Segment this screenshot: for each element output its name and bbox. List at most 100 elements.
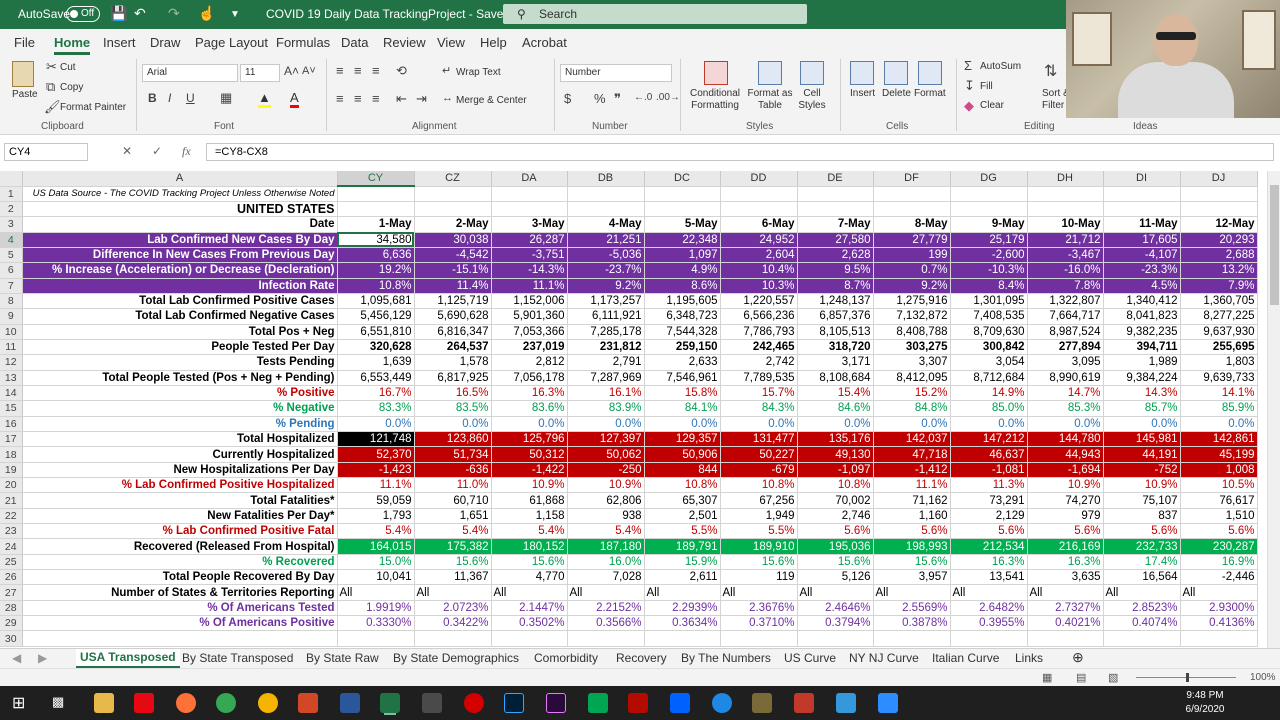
data-cell[interactable]: 164,015 xyxy=(337,538,415,555)
data-cell[interactable]: 5.5% xyxy=(644,523,721,540)
data-cell[interactable]: -14.3% xyxy=(491,262,568,279)
data-cell[interactable]: -1,097 xyxy=(797,462,874,479)
data-cell[interactable]: 27,580 xyxy=(797,232,874,248)
file-explorer-icon[interactable] xyxy=(94,693,114,713)
filter-button[interactable]: Filter xyxy=(1042,100,1064,111)
row-label-cell[interactable]: % Positive xyxy=(22,385,338,402)
data-cell[interactable]: 0.0% xyxy=(797,416,874,433)
row-header[interactable]: 2 xyxy=(0,201,23,218)
data-cell[interactable]: 6,348,723 xyxy=(644,308,721,325)
data-cell[interactable]: 2.9300% xyxy=(1180,600,1258,617)
align-bottom-icon[interactable]: ≡ xyxy=(372,63,380,78)
data-cell[interactable]: 11-May xyxy=(1103,216,1181,233)
data-cell[interactable]: 125,796 xyxy=(491,431,568,448)
data-cell[interactable]: 16.1% xyxy=(567,385,645,402)
row-label-cell[interactable]: Total Fatalities* xyxy=(22,492,338,509)
windows-start-icon[interactable]: ⊞ xyxy=(12,693,25,713)
data-cell[interactable]: 10.4% xyxy=(720,262,798,279)
data-cell[interactable]: 5.6% xyxy=(1027,523,1104,540)
data-cell[interactable]: 61,868 xyxy=(491,492,568,509)
data-cell[interactable]: 2,791 xyxy=(567,354,645,371)
conditional-formatting-icon[interactable] xyxy=(704,61,728,85)
data-cell[interactable]: 15.9% xyxy=(644,554,721,571)
data-cell[interactable]: 7.8% xyxy=(1027,278,1104,294)
data-cell[interactable]: 8.7% xyxy=(797,278,874,294)
data-cell[interactable]: 8,709,630 xyxy=(950,324,1028,340)
data-cell[interactable]: 26,287 xyxy=(491,232,568,248)
cell-styles-button[interactable]: Cell Styles xyxy=(794,88,830,112)
data-cell[interactable]: 7,664,717 xyxy=(1027,308,1104,325)
data-cell[interactable]: 10-May xyxy=(1027,216,1104,233)
data-cell[interactable]: 15.6% xyxy=(491,554,568,571)
data-cell[interactable]: 83.9% xyxy=(567,400,645,417)
data-cell[interactable]: 1-May xyxy=(337,216,415,233)
page-break-view-icon[interactable]: ▧ xyxy=(1108,671,1118,684)
tab-acrobat[interactable]: Acrobat xyxy=(522,35,567,50)
data-cell[interactable]: 17,605 xyxy=(1103,232,1181,248)
data-cell[interactable]: 979 xyxy=(1027,508,1104,525)
data-cell[interactable]: 131,477 xyxy=(720,431,798,448)
data-cell[interactable]: 255,695 xyxy=(1180,339,1258,356)
conditional-formatting-button[interactable]: Conditional Formatting xyxy=(686,88,744,112)
data-cell[interactable]: -2,600 xyxy=(950,247,1028,264)
data-cell[interactable]: 147,212 xyxy=(950,431,1028,448)
data-cell[interactable] xyxy=(950,201,1028,218)
format-cells-button[interactable]: Format xyxy=(914,88,946,99)
data-cell[interactable]: 2,633 xyxy=(644,354,721,371)
data-cell[interactable]: 15.6% xyxy=(414,554,492,571)
data-cell[interactable] xyxy=(644,630,721,647)
page-layout-view-icon[interactable]: ▤ xyxy=(1076,671,1086,684)
row-header[interactable]: 14 xyxy=(0,385,23,402)
data-cell[interactable]: 127,397 xyxy=(567,431,645,448)
data-cell[interactable]: 3,171 xyxy=(797,354,874,371)
data-cell[interactable]: -1,081 xyxy=(950,462,1028,479)
data-cell[interactable]: -1,423 xyxy=(337,462,415,479)
data-cell[interactable]: -23.3% xyxy=(1103,262,1181,279)
data-cell[interactable]: 5.6% xyxy=(797,523,874,540)
row-label-cell[interactable]: % Pending xyxy=(22,416,338,433)
data-cell[interactable] xyxy=(1027,630,1104,647)
data-cell[interactable]: 5.6% xyxy=(1103,523,1181,540)
data-cell[interactable]: 10.8% xyxy=(337,278,415,294)
data-cell[interactable]: 85.3% xyxy=(1027,400,1104,417)
data-cell[interactable]: 8,277,225 xyxy=(1180,308,1258,325)
row-label-cell[interactable]: New Hospitalizations Per Day xyxy=(22,462,338,479)
data-cell[interactable]: 180,152 xyxy=(491,538,568,555)
data-cell[interactable]: 198,993 xyxy=(873,538,951,555)
row-header[interactable]: 3 xyxy=(0,216,23,233)
data-cell[interactable]: 6,857,376 xyxy=(797,308,874,325)
cell-styles-icon[interactable] xyxy=(800,61,824,85)
data-cell[interactable]: All xyxy=(567,584,645,601)
format-painter-button[interactable]: Format Painter xyxy=(60,102,126,113)
data-cell[interactable]: 7,053,366 xyxy=(491,324,568,340)
row-label-cell[interactable]: People Tested Per Day xyxy=(22,339,338,356)
data-cell[interactable] xyxy=(1103,186,1181,202)
percent-style-icon[interactable]: % xyxy=(594,91,606,106)
data-cell[interactable]: 50,227 xyxy=(720,446,798,463)
data-cell[interactable]: 6,566,236 xyxy=(720,308,798,325)
data-cell[interactable]: -23.7% xyxy=(567,262,645,279)
row-header[interactable]: 9 xyxy=(0,308,23,325)
undo-icon[interactable]: ↶ xyxy=(134,5,146,22)
row-header[interactable]: 19 xyxy=(0,462,23,479)
data-cell[interactable]: All xyxy=(1180,584,1258,601)
data-cell[interactable]: 264,537 xyxy=(414,339,492,356)
data-cell[interactable]: 232,733 xyxy=(1103,538,1181,555)
data-cell[interactable]: 16.0% xyxy=(567,554,645,571)
column-header-dg[interactable]: DG xyxy=(950,171,1028,187)
data-cell[interactable]: 13,541 xyxy=(950,569,1028,586)
row-label-cell[interactable]: Date xyxy=(22,216,338,233)
data-cell[interactable]: 1,095,681 xyxy=(337,293,415,310)
taskbar-clock[interactable]: 9:48 PM 6/9/2020 xyxy=(1180,689,1230,717)
data-cell[interactable]: All xyxy=(797,584,874,601)
data-cell[interactable] xyxy=(1180,201,1258,218)
clear-icon[interactable]: ◆ xyxy=(964,98,974,114)
data-cell[interactable]: 1,220,557 xyxy=(720,293,798,310)
data-cell[interactable] xyxy=(873,186,951,202)
data-cell[interactable]: 5.4% xyxy=(337,523,415,540)
data-cell[interactable]: 1,639 xyxy=(337,354,415,371)
data-cell[interactable]: 0.0% xyxy=(720,416,798,433)
data-cell[interactable]: 21,251 xyxy=(567,232,645,248)
data-cell[interactable]: 3,957 xyxy=(873,569,951,586)
formula-input[interactable]: =CY8-CX8 xyxy=(206,143,1274,161)
